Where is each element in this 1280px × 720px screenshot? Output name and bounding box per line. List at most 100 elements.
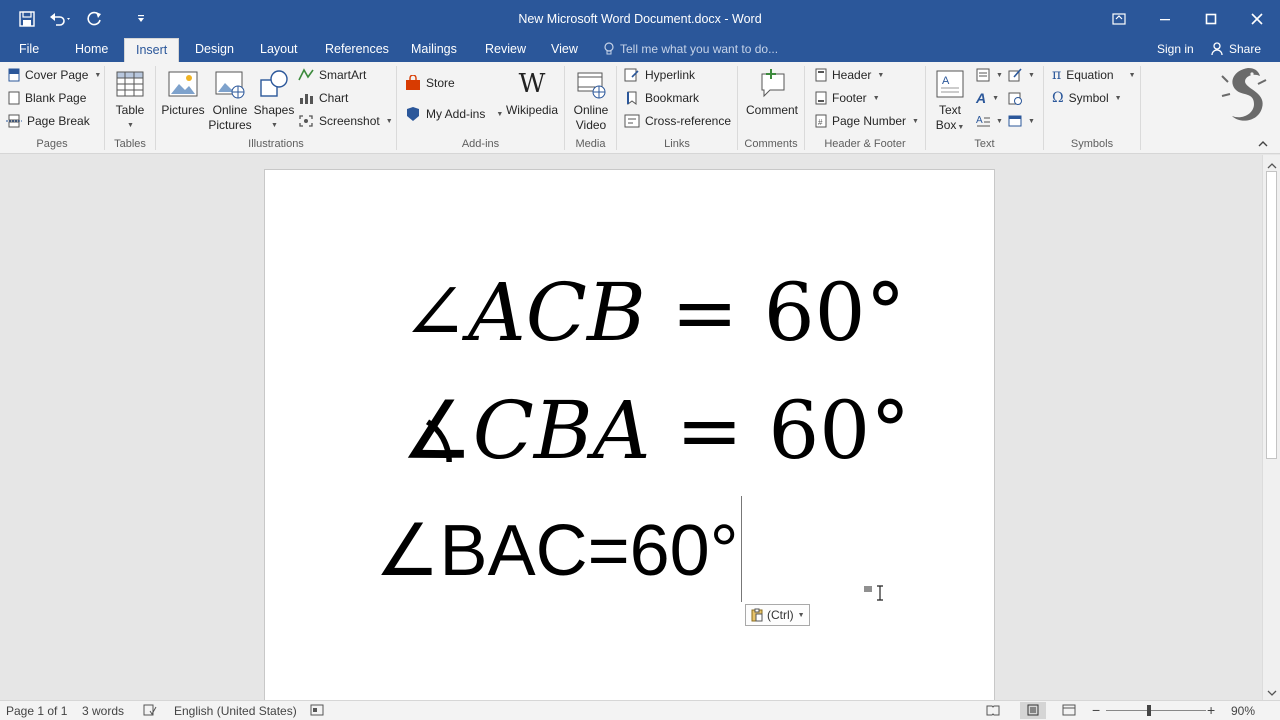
footer-button[interactable]: Footer ▼ [815, 88, 880, 108]
object-button[interactable]: ▼ [1008, 111, 1035, 131]
page-count[interactable]: Page 1 of 1 [6, 704, 67, 718]
tell-me-box[interactable]: Tell me what you want to do... [604, 38, 778, 60]
object-icon [1008, 115, 1022, 127]
tab-file[interactable]: File [8, 38, 50, 62]
store-button[interactable]: Store [405, 73, 455, 93]
paste-options-button[interactable]: (Ctrl) ▼ [745, 604, 810, 626]
signature-line-button[interactable]: ▼ [1008, 65, 1035, 85]
zoom-slider[interactable] [1106, 710, 1206, 711]
store-icon [406, 75, 420, 90]
page-number-button[interactable]: # Page Number ▼ [815, 111, 919, 131]
page-break-button[interactable]: Page Break [6, 111, 90, 131]
tab-design[interactable]: Design [184, 38, 245, 62]
drop-cap-button[interactable]: A ▼ [976, 111, 1003, 131]
my-addins-icon [407, 107, 419, 121]
bookmark-button[interactable]: Bookmark [624, 88, 699, 108]
header-button[interactable]: Header ▼ [815, 65, 884, 85]
scroll-down-icon[interactable] [1267, 685, 1277, 696]
signature-line-icon [1008, 68, 1022, 82]
document-area: ∠ACB = 60° ∡CBA = 60° ∠BAC=60° (Ctrl) ▼ [0, 155, 1262, 700]
tab-review[interactable]: Review [474, 38, 537, 62]
minimize-icon[interactable] [1142, 0, 1188, 38]
group-label-addins: Add-ins [461, 138, 500, 150]
quick-parts-button[interactable]: ▼ [976, 65, 1003, 85]
smartart-button[interactable]: SmartArt [298, 65, 366, 85]
text-line-3[interactable]: ∠BAC=60° [375, 508, 739, 592]
share-button[interactable]: Share [1211, 38, 1261, 60]
ribbon-display-options-icon[interactable] [1096, 0, 1142, 38]
bookmark-icon [627, 91, 637, 105]
comment-button[interactable]: Comment [744, 68, 800, 118]
cross-reference-button[interactable]: Cross-reference [624, 111, 731, 131]
word-count[interactable]: 3 words [82, 704, 124, 718]
tell-me-placeholder: Tell me what you want to do... [620, 42, 779, 56]
blank-page-icon [8, 91, 20, 105]
angle-letters: CBA [472, 384, 651, 477]
shapes-button[interactable]: Shapes ▼ [254, 68, 294, 133]
zoom-out-icon[interactable]: − [1092, 702, 1100, 718]
online-video-button[interactable]: Online Video [568, 68, 614, 133]
macro-recording-icon[interactable] [310, 704, 324, 719]
table-button[interactable]: Table ▼ [114, 68, 146, 133]
scroll-thumb[interactable] [1266, 171, 1277, 459]
text-box-button[interactable]: A Text Box▼ [930, 68, 970, 135]
chart-label: Chart [319, 91, 349, 105]
wikipedia-button[interactable]: W Wikipedia [505, 68, 559, 118]
shapes-label: Shapes [253, 103, 295, 117]
proofing-icon[interactable] [143, 704, 157, 719]
pictures-button[interactable]: Pictures [161, 68, 205, 118]
screenshot-button[interactable]: Screenshot ▼ [298, 111, 393, 131]
tab-home[interactable]: Home [64, 38, 119, 62]
share-label: Share [1229, 42, 1262, 56]
scroll-up-icon[interactable] [1267, 158, 1277, 169]
date-time-button[interactable] [1008, 88, 1022, 108]
chevron-down-icon: ▼ [992, 94, 1000, 102]
group-comments: Comment Comments [738, 62, 804, 154]
sign-in-link[interactable]: Sign in [1157, 38, 1194, 60]
document-page[interactable]: ∠ACB = 60° ∡CBA = 60° ∠BAC=60° (Ctrl) ▼ [264, 169, 995, 700]
zoom-slider-thumb[interactable] [1147, 705, 1151, 716]
blank-page-button[interactable]: Blank Page [8, 88, 86, 108]
group-label-media: Media [575, 138, 606, 150]
tab-mailings[interactable]: Mailings [400, 38, 468, 62]
zoom-level[interactable]: 90% [1231, 704, 1255, 718]
equation-line-1[interactable]: ∠ACB = 60° [401, 266, 906, 359]
equation-button[interactable]: π Equation ▼ [1052, 65, 1136, 85]
online-pictures-icon [215, 71, 245, 99]
online-pictures-button[interactable]: Online Pictures [208, 68, 252, 133]
wordart-button[interactable]: A ▼ [976, 88, 999, 108]
tab-insert[interactable]: Insert [124, 38, 180, 62]
group-illustrations: Pictures Online Pictures Shapes ▼ SmartA… [156, 62, 396, 154]
zoom-in-icon[interactable]: + [1207, 702, 1215, 718]
tab-layout[interactable]: Layout [249, 38, 309, 62]
hyperlink-icon [624, 68, 639, 82]
my-addins-button[interactable]: My Add-ins ▼ [405, 104, 503, 124]
language-indicator[interactable]: English (United States) [174, 704, 297, 718]
read-mode-icon[interactable] [986, 704, 1000, 719]
tab-view[interactable]: View [540, 38, 589, 62]
ribbon-tabs: File Home Insert Design Layout Reference… [0, 38, 1280, 62]
pictures-icon [168, 71, 198, 97]
hyperlink-button[interactable]: Hyperlink [624, 65, 695, 85]
web-layout-icon[interactable] [1062, 704, 1076, 719]
chevron-down-icon: ▼ [996, 117, 1003, 125]
group-label-text: Text [974, 138, 995, 150]
equation-line-2[interactable]: ∡CBA = 60° [401, 384, 910, 477]
page-number-icon: # [815, 114, 827, 128]
collapse-ribbon-icon[interactable] [1257, 138, 1269, 150]
close-icon[interactable] [1234, 0, 1280, 38]
i-beam-cursor-icon [864, 585, 886, 603]
cover-page-button[interactable]: Cover Page ▼ [8, 65, 101, 85]
text-box-label-1: Text [938, 103, 961, 117]
symbol-button[interactable]: Ω Symbol ▼ [1052, 88, 1122, 108]
chart-button[interactable]: Chart [298, 88, 348, 108]
screenshot-label: Screenshot [319, 114, 380, 128]
bookmark-label: Bookmark [645, 91, 700, 105]
print-layout-icon[interactable] [1020, 702, 1046, 719]
footer-label: Footer [832, 91, 867, 105]
tab-references[interactable]: References [314, 38, 400, 62]
vertical-scrollbar[interactable] [1262, 155, 1280, 700]
maximize-icon[interactable] [1188, 0, 1234, 38]
group-symbols: π Equation ▼ Ω Symbol ▼ Symbols [1044, 62, 1140, 154]
title-bar: New Microsoft Word Document.docx - Word [0, 0, 1280, 38]
